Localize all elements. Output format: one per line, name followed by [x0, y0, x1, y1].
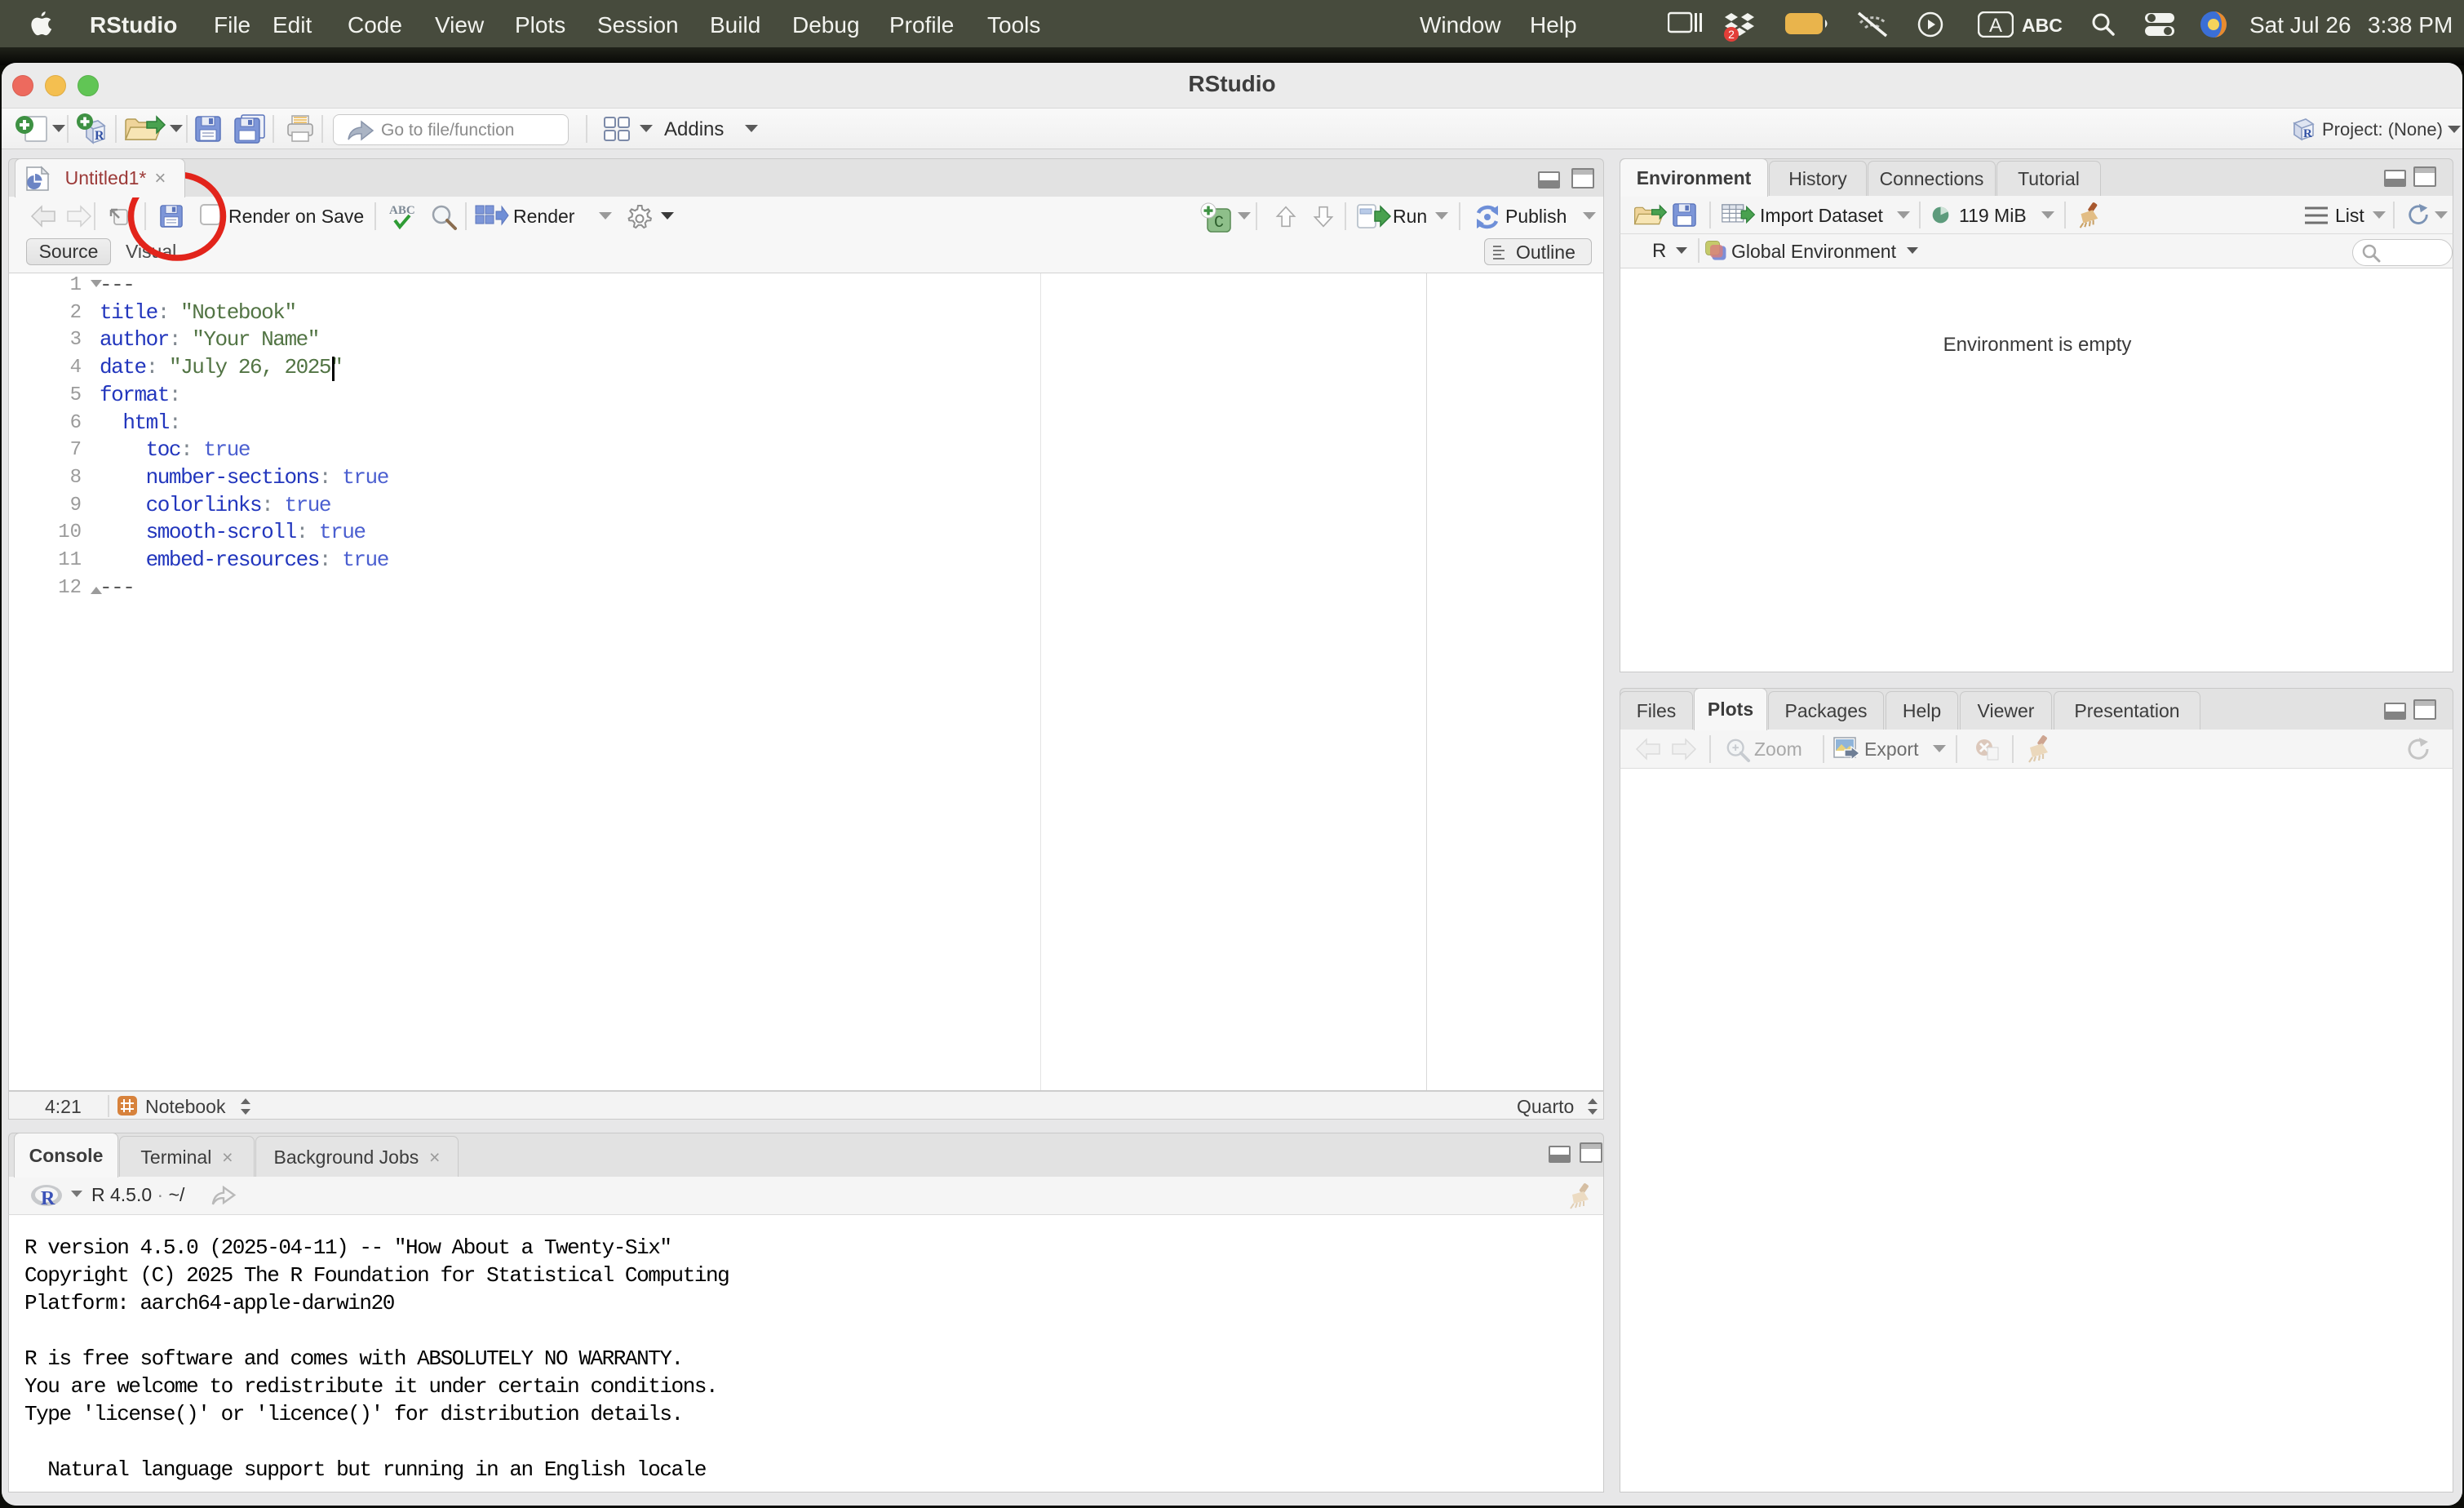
svg-text:C: C [1214, 214, 1224, 233]
svg-text:ABC: ABC [389, 204, 415, 217]
svg-text:R: R [95, 129, 104, 143]
svg-text:A: A [1989, 15, 2002, 37]
svg-text:R: R [2303, 127, 2312, 140]
svg-text:2: 2 [1728, 28, 1735, 41]
svg-text:R: R [41, 1188, 55, 1209]
